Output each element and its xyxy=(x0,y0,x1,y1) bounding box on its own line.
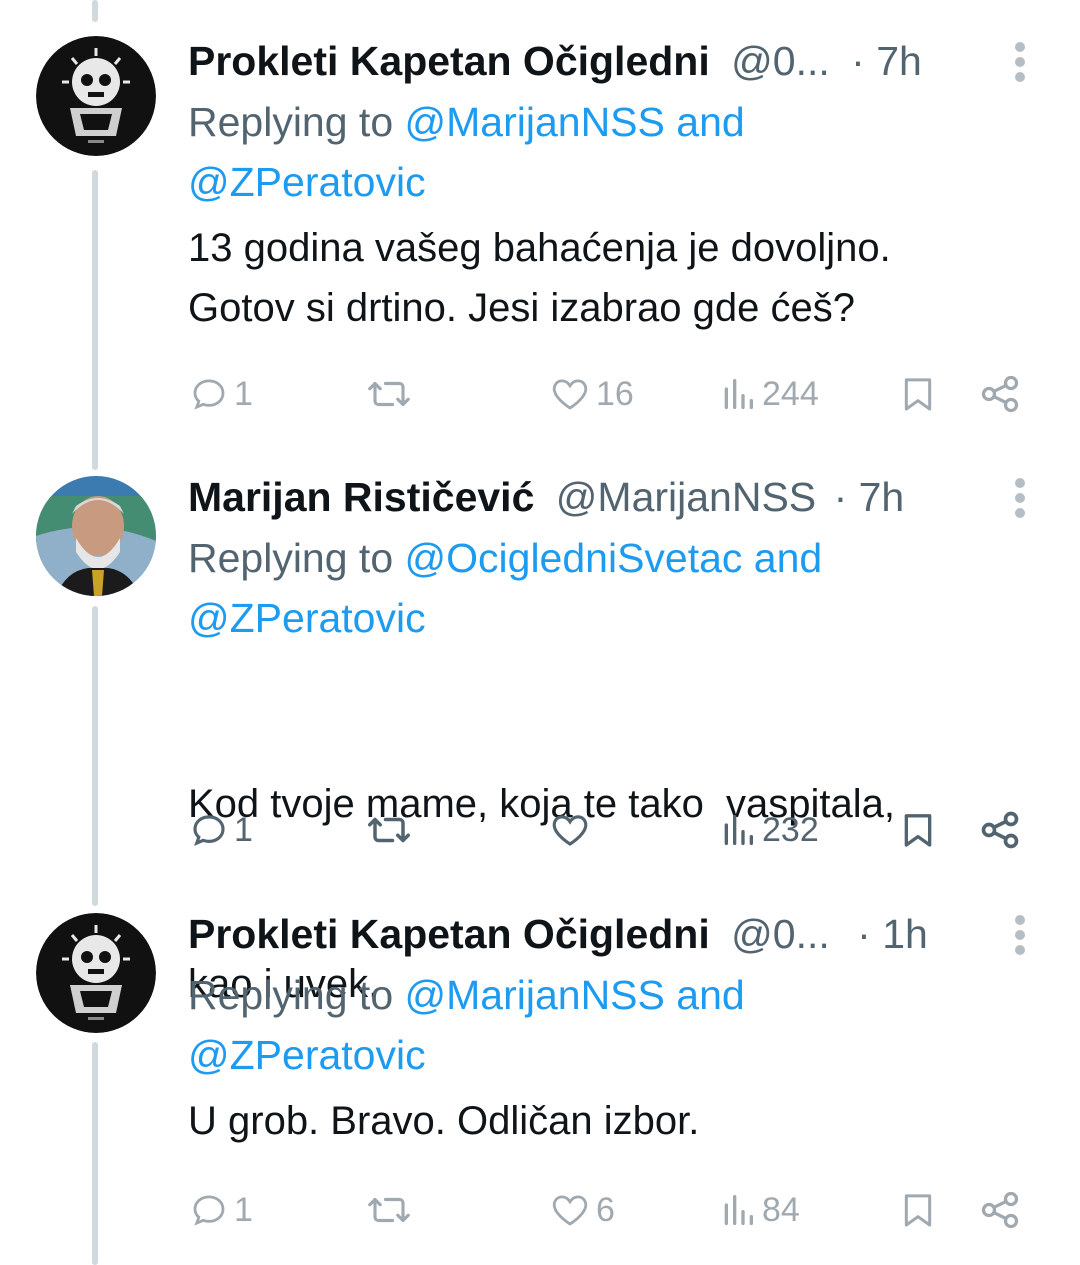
mention-link[interactable]: @ZPeratovic xyxy=(188,595,426,641)
more-options-icon[interactable] xyxy=(1012,478,1028,518)
separator-dot: · xyxy=(851,38,865,84)
timestamp[interactable]: 7h xyxy=(876,38,922,84)
retweet-icon xyxy=(368,1197,410,1223)
display-name[interactable]: Prokleti Kapetan Očigledni xyxy=(188,38,710,84)
thread-connector-line xyxy=(92,170,98,470)
views-chart-icon xyxy=(724,379,753,409)
skull-logo-icon xyxy=(36,913,156,1033)
replying-to-label: Replying to xyxy=(188,99,405,145)
share-icon xyxy=(981,811,1019,849)
reply-icon xyxy=(193,815,225,847)
reply-count: 1 xyxy=(234,810,253,849)
thread-connector-line xyxy=(92,606,98,906)
bookmark-button[interactable] xyxy=(898,1180,938,1240)
view-count: 232 xyxy=(762,810,819,849)
views-button[interactable]: 232 xyxy=(718,800,819,860)
tweet-header: Prokleti Kapetan Očigledni @0... · 7h xyxy=(188,32,1080,90)
bookmark-icon xyxy=(904,814,932,847)
thread-connector-line xyxy=(92,1042,98,1265)
tweet-actions: 1 6 84 xyxy=(188,1180,1048,1240)
replying-to-label: Replying to xyxy=(188,535,405,581)
retweet-button[interactable] xyxy=(366,800,412,860)
views-button[interactable]: 244 xyxy=(718,364,819,424)
retweet-icon xyxy=(368,817,410,843)
thread-connector-line xyxy=(92,0,98,22)
display-name[interactable]: Prokleti Kapetan Očigledni xyxy=(188,911,710,957)
view-count: 244 xyxy=(762,374,819,413)
view-count: 84 xyxy=(762,1190,800,1229)
replying-to: Replying to @MarijanNSS and @ZPeratovic xyxy=(188,92,1080,212)
views-button[interactable]: 84 xyxy=(718,1180,800,1240)
like-button[interactable] xyxy=(548,800,596,860)
reply-count: 1 xyxy=(234,374,253,413)
reply-button[interactable]: 1 xyxy=(188,800,253,860)
user-handle[interactable]: @MarijanNSS xyxy=(556,474,816,520)
tweet-header: Marijan Rističević @MarijanNSS · 7h xyxy=(188,468,1080,526)
views-chart-icon xyxy=(724,815,753,845)
person-photo-icon xyxy=(36,476,156,596)
tweet-text-line: 13 godina vašeg bahaćenja je dovoljno. xyxy=(188,226,891,270)
display-name[interactable]: Marijan Rističević xyxy=(188,474,534,520)
avatar[interactable] xyxy=(36,476,156,596)
like-count: 16 xyxy=(596,374,634,413)
bookmark-icon xyxy=(904,1194,932,1227)
skull-logo-icon xyxy=(36,36,156,156)
separator-dot: · xyxy=(833,474,848,520)
like-button[interactable]: 6 xyxy=(548,1180,615,1240)
replying-to: Replying to @OcigledniSvetac and @ZPerat… xyxy=(188,528,1080,648)
share-icon xyxy=(981,1191,1019,1229)
mention-link[interactable]: @MarijanNSS and xyxy=(405,99,745,145)
more-options-icon[interactable] xyxy=(1012,915,1028,955)
reply-button[interactable]: 1 xyxy=(188,1180,253,1240)
heart-icon xyxy=(552,379,588,410)
tweet-text: 13 godina vašeg bahaćenja je dovoljno. G… xyxy=(188,218,1080,338)
tweet-text-line: U grob. Bravo. Odličan izbor. xyxy=(188,1099,700,1143)
timestamp[interactable]: 1h xyxy=(882,911,928,957)
mention-link[interactable]: @OcigledniSvetac and xyxy=(405,535,823,581)
tweet-actions: 1 16 244 xyxy=(188,364,1048,424)
heart-icon xyxy=(552,1195,588,1226)
avatar[interactable] xyxy=(36,36,156,156)
mention-link[interactable]: @ZPeratovic xyxy=(188,1032,426,1078)
user-handle[interactable]: @0... xyxy=(731,38,830,84)
views-chart-icon xyxy=(724,1195,753,1225)
separator-dot: · xyxy=(857,911,871,957)
tweet-text-line: Gotov si drtino. Jesi izabrao gde ćeš? xyxy=(188,286,856,330)
retweet-button[interactable] xyxy=(366,364,412,424)
share-button[interactable] xyxy=(978,364,1022,424)
replying-to-label: Replying to xyxy=(188,972,405,1018)
reply-icon xyxy=(193,1195,225,1226)
bookmark-icon xyxy=(904,378,932,411)
reply-icon xyxy=(193,379,225,410)
share-button[interactable] xyxy=(978,1180,1022,1240)
heart-icon xyxy=(552,815,588,846)
mention-link[interactable]: @MarijanNSS and xyxy=(405,972,745,1018)
share-icon xyxy=(981,375,1019,413)
like-count: 6 xyxy=(596,1190,615,1229)
more-options-icon[interactable] xyxy=(1012,42,1028,82)
bookmark-button[interactable] xyxy=(898,364,938,424)
timestamp[interactable]: 7h xyxy=(859,474,905,520)
avatar[interactable] xyxy=(36,913,156,1033)
reply-count: 1 xyxy=(234,1190,253,1229)
retweet-button[interactable] xyxy=(366,1180,412,1240)
reply-button[interactable]: 1 xyxy=(188,364,253,424)
like-button[interactable]: 16 xyxy=(548,364,634,424)
bookmark-button[interactable] xyxy=(898,800,938,860)
replying-to: Replying to @MarijanNSS and @ZPeratovic xyxy=(188,965,1080,1085)
tweet-actions: 1 232 xyxy=(188,800,1048,860)
retweet-icon xyxy=(368,381,410,407)
tweet-text: U grob. Bravo. Odličan izbor. xyxy=(188,1091,1080,1151)
mention-link[interactable]: @ZPeratovic xyxy=(188,159,426,205)
share-button[interactable] xyxy=(978,800,1022,860)
user-handle[interactable]: @0... xyxy=(731,911,830,957)
tweet-header: Prokleti Kapetan Očigledni @0... · 1h xyxy=(188,905,1080,963)
